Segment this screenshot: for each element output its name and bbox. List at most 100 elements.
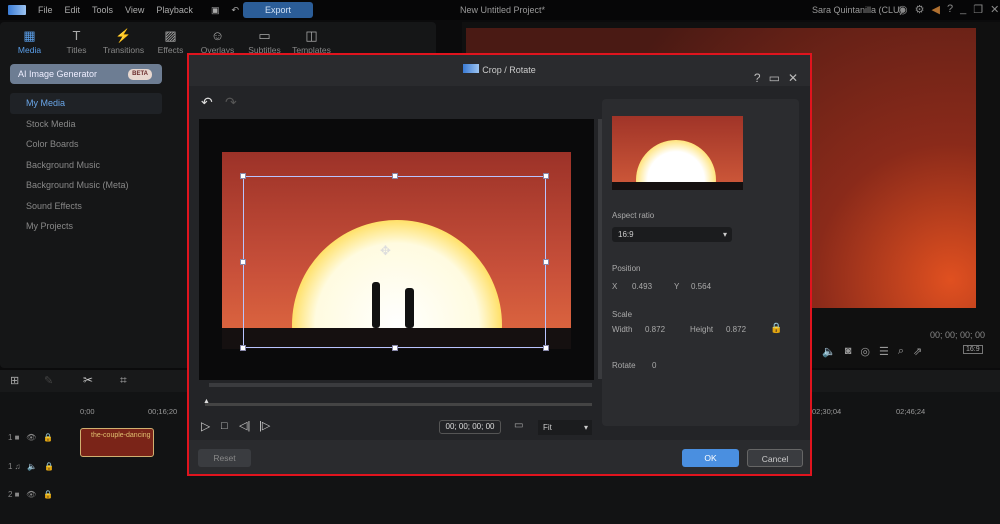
crop-handle[interactable] <box>392 345 398 351</box>
y-label: Y <box>674 282 680 291</box>
sidebar-item-sound-effects[interactable]: Sound Effects <box>10 196 162 217</box>
width-value[interactable]: 0.872 <box>645 325 665 334</box>
lock-icon[interactable]: 🔒 <box>770 323 782 334</box>
templates-icon: ◫ <box>305 28 318 43</box>
redo-icon[interactable]: ↷ <box>225 94 237 111</box>
close-icon[interactable]: ✕ <box>990 3 999 16</box>
thumbnail-preview <box>612 116 743 190</box>
sidebar-item-my-media[interactable]: My Media <box>10 93 162 114</box>
stop-icon[interactable]: □ <box>221 420 228 432</box>
aspect-ratio-button[interactable]: 16:9 <box>963 345 983 354</box>
tab-subtitles[interactable]: ▭ Subtitles <box>241 28 288 55</box>
menu-file[interactable]: File <box>38 5 53 15</box>
crop-rotate-dialog: Crop / Rotate ? ▭ ✕ ↶ ↷ ✥ ▲ ▷ □ ◁| |▷ 00; … <box>187 53 812 476</box>
previous-frame-icon[interactable]: ◁| <box>239 419 250 432</box>
beta-badge: BETA <box>128 69 152 80</box>
sidebar-item-my-projects[interactable]: My Projects <box>10 216 162 237</box>
crop-handle[interactable] <box>543 259 549 265</box>
rotate-label: Rotate <box>612 361 636 370</box>
height-value[interactable]: 0.872 <box>726 325 746 334</box>
minimize-icon[interactable]: _ <box>960 3 966 16</box>
menu-tools[interactable]: Tools <box>92 5 113 15</box>
position-label: Position <box>612 264 641 273</box>
save-icon[interactable]: ▣ <box>211 5 220 16</box>
ai-image-generator-button[interactable]: AI Image Generator BETA <box>10 64 162 84</box>
volume-icon[interactable]: 🔈 <box>822 345 836 358</box>
dialog-footer: Reset OK Cancel <box>189 440 810 474</box>
cancel-button[interactable]: Cancel <box>747 449 803 467</box>
tab-overlays[interactable]: ☺ Overlays <box>194 28 241 55</box>
project-title: New Untitled Project* <box>460 5 546 15</box>
x-label: X <box>612 282 618 291</box>
video-track-2-header: 2 ■ 👁 🔒 <box>8 490 53 499</box>
crop-handle[interactable] <box>240 259 246 265</box>
next-frame-icon[interactable]: |▷ <box>259 419 270 432</box>
y-value[interactable]: 0.564 <box>691 282 711 291</box>
play-icon[interactable]: ▷ <box>201 419 210 433</box>
width-label: Width <box>612 325 633 334</box>
snapshot-icon[interactable]: ◙ <box>845 345 852 358</box>
tab-effects[interactable]: ▨ Effects <box>147 28 194 55</box>
subtitles-icon: ▭ <box>258 28 271 43</box>
sidebar-item-background-music[interactable]: Background Music <box>10 155 162 176</box>
slider-thumb[interactable]: ▲ <box>203 398 210 405</box>
menu-playback[interactable]: Playback <box>156 5 193 15</box>
menu-edit[interactable]: Edit <box>65 5 81 15</box>
tab-titles[interactable]: T Titles <box>53 28 100 55</box>
crop-icon[interactable]: ⌗ <box>120 373 127 388</box>
help-icon[interactable]: ? <box>947 3 953 16</box>
render-preview-icon[interactable]: ◎ <box>860 345 870 358</box>
zoom-select[interactable]: Fit ▾ <box>538 420 592 435</box>
menu-view[interactable]: View <box>125 5 144 15</box>
crop-handle[interactable] <box>240 345 246 351</box>
playback-slider[interactable]: ▲ <box>203 398 592 406</box>
move-icon[interactable]: ✥ <box>380 243 391 259</box>
scissors-icon[interactable]: ✂ <box>83 373 93 387</box>
gear-icon[interactable]: ⚙ <box>915 3 925 16</box>
timeline-clip[interactable]: the-couple-dancing <box>80 428 154 457</box>
undo-icon[interactable]: ↶ <box>201 94 213 111</box>
crop-handle[interactable] <box>392 173 398 179</box>
sidebar-item-stock-media[interactable]: Stock Media <box>10 114 162 135</box>
subtitles-icon[interactable]: ☰ <box>879 345 889 358</box>
ground-silhouette <box>612 182 743 190</box>
reset-button[interactable]: Reset <box>198 449 251 467</box>
horizontal-scrollbar[interactable] <box>209 383 592 387</box>
crop-handle[interactable] <box>543 345 549 351</box>
tab-transitions[interactable]: ⚡ Transitions <box>100 28 147 55</box>
sidebar-item-color-boards[interactable]: Color Boards <box>10 134 162 155</box>
zoom-icon[interactable]: ⌕ <box>898 345 904 358</box>
insert-icon[interactable]: ⊞ <box>10 374 19 387</box>
popout-icon[interactable]: ⇗ <box>913 345 922 358</box>
height-label: Height <box>690 325 714 334</box>
safe-zone-icon[interactable]: ▭ <box>514 420 523 431</box>
tab-media[interactable]: ▦ Media <box>6 28 53 55</box>
video-track-1-header: 1 ■ 👁 🔒 <box>8 433 53 442</box>
chevron-down-icon: ▾ <box>583 423 588 432</box>
rotate-value[interactable]: 0 <box>652 361 656 370</box>
timecode-display[interactable]: 00; 00; 00; 00 <box>439 420 501 434</box>
titles-icon: T <box>72 28 81 43</box>
time-ruler-mark: 02;30;04 <box>812 407 842 416</box>
export-button[interactable]: Export <box>243 2 313 18</box>
tab-templates[interactable]: ◫ Templates <box>288 28 335 55</box>
user-name[interactable]: Sara Quintanilla (CLU) <box>812 5 903 15</box>
crop-rectangle[interactable]: ✥ <box>240 173 549 351</box>
crop-settings-panel: Aspect ratio 16:9 ▾ Position X 0.493 Y 0.… <box>602 99 799 426</box>
account-icon[interactable]: ◉ <box>898 3 908 16</box>
sidebar-item-background-music-meta[interactable]: Background Music (Meta) <box>10 175 162 196</box>
time-ruler-mark: 02;46;24 <box>896 407 926 416</box>
media-icon: ▦ <box>23 28 36 43</box>
crop-handle[interactable] <box>543 173 549 179</box>
x-value[interactable]: 0.493 <box>632 282 652 291</box>
aspect-ratio-select[interactable]: 16:9 ▾ <box>612 227 732 242</box>
crop-handle[interactable] <box>240 173 246 179</box>
ok-button[interactable]: OK <box>682 449 739 467</box>
edit-icon[interactable]: ✎ <box>44 374 53 387</box>
restore-icon[interactable]: ❐ <box>973 3 983 16</box>
undo-icon[interactable]: ↶ <box>231 5 239 16</box>
announcement-icon[interactable]: ◀ <box>931 3 939 16</box>
dialog-title-bar: Crop / Rotate ? ▭ ✕ <box>189 55 810 86</box>
app-logo <box>463 64 480 73</box>
media-sidebar: My Media Stock Media Color Boards Backgr… <box>10 93 162 237</box>
